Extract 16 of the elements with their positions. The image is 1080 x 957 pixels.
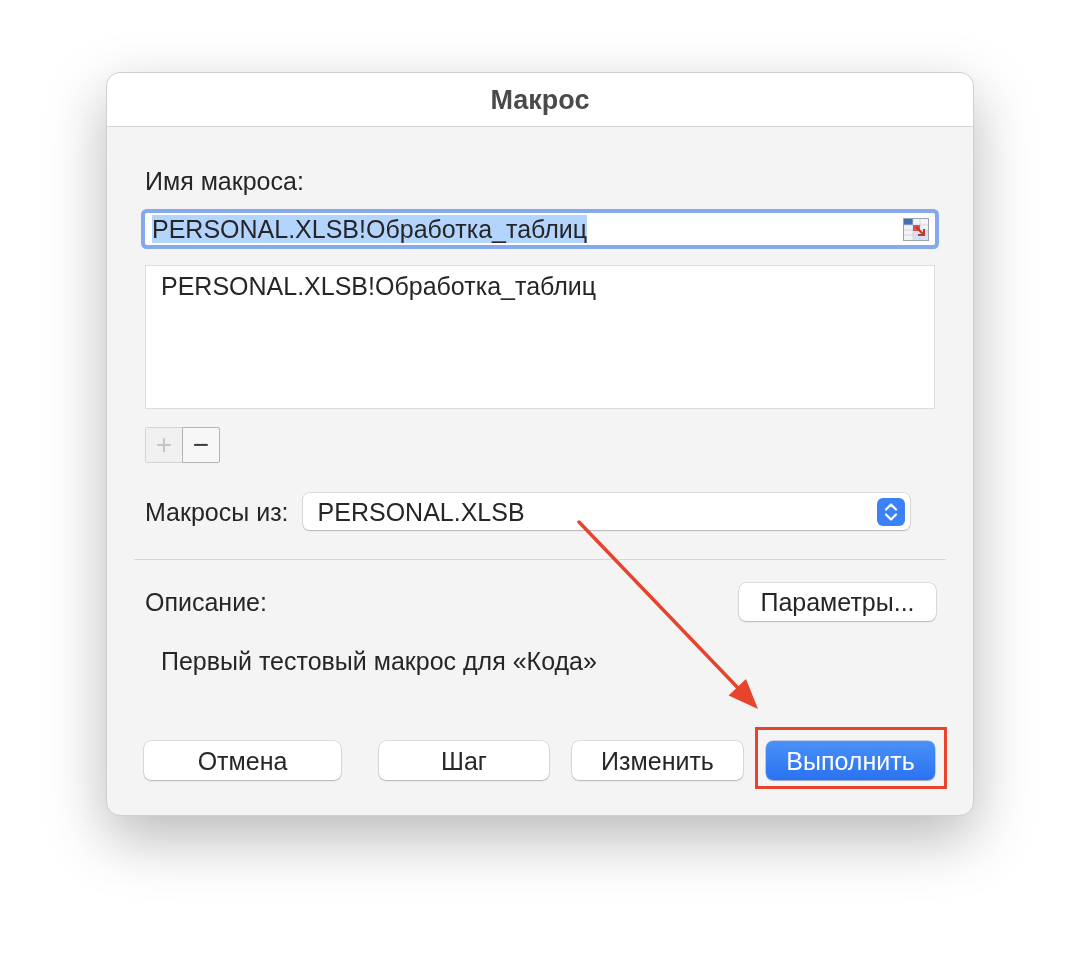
selected-text: PERSONAL.XLSB!Обработка_таблиц (152, 215, 588, 243)
field-label: Имя макроса: (145, 167, 304, 195)
table-arrow-icon[interactable] (903, 217, 929, 241)
dialog-button[interactable]: Изменить (572, 741, 743, 780)
window-title: Макрос (490, 84, 590, 115)
dialog-button[interactable]: Выполнить (766, 741, 935, 780)
macro-source-dropdown[interactable]: PERSONAL.XLSB (302, 493, 910, 530)
description-text: Первый тестовый макрос для «Кода» (161, 647, 597, 675)
dialog-button[interactable]: Отмена (144, 741, 341, 780)
macro-list-item[interactable]: PERSONAL.XLSB!Обработка_таблиц (146, 272, 934, 300)
dialog-button[interactable]: Шаг (379, 741, 549, 780)
field-label: Макросы из: (145, 497, 289, 526)
description-label: Описание: (145, 588, 267, 616)
options-button[interactable]: Параметры... (739, 583, 936, 621)
remove-button[interactable]: − (182, 427, 220, 463)
up-down-chevron-icon (877, 497, 905, 526)
